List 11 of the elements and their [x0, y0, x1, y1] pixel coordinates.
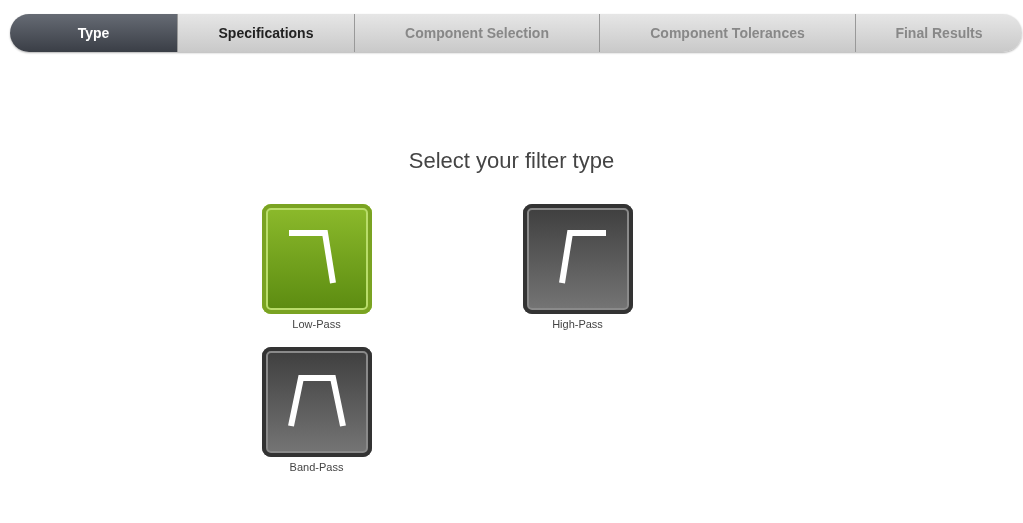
- step-tab[interactable]: Type: [10, 14, 178, 52]
- filter-label: Low-Pass: [292, 317, 341, 332]
- filter-label: Band-Pass: [289, 459, 344, 475]
- high-pass-curve-icon: [558, 230, 606, 284]
- band-pass-curve-icon: [287, 374, 346, 427]
- page-heading: Select your filter type: [407, 147, 616, 174]
- filter-label: High-Pass: [552, 317, 603, 332]
- filter-button[interactable]: [522, 204, 633, 314]
- low-pass-curve-icon: [288, 230, 336, 284]
- filter-button[interactable]: [261, 346, 372, 457]
- step-tab[interactable]: Specifications: [178, 14, 355, 52]
